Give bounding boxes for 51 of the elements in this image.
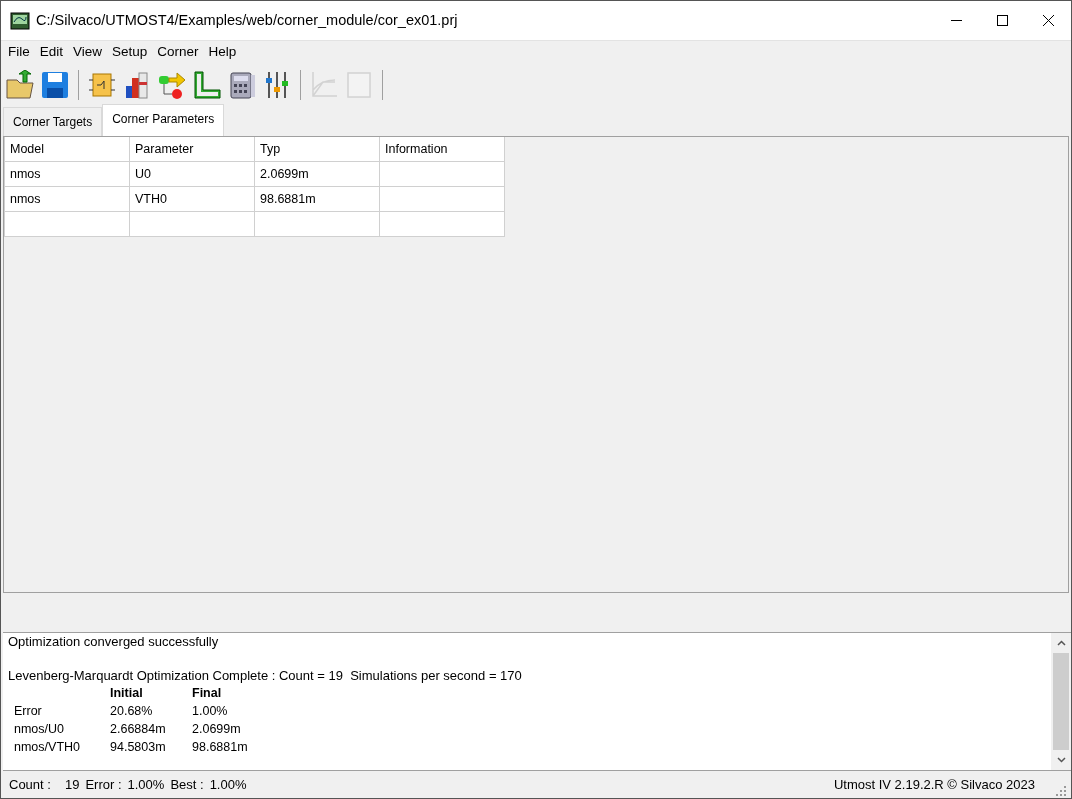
version-label: Utmost IV 2.19.2.R © Silvaco 2023 bbox=[833, 775, 1035, 794]
menu-item[interactable]: Edit bbox=[34, 42, 69, 63]
menu-item[interactable]: View bbox=[68, 42, 108, 63]
summary-cell: nmos/VTH0 bbox=[14, 739, 80, 754]
menu-item[interactable]: Corner bbox=[152, 42, 204, 63]
summary-cell: 98.6881m bbox=[192, 739, 248, 754]
column-header[interactable]: Typ bbox=[254, 136, 380, 162]
status-value: 19 bbox=[64, 775, 80, 794]
app-icon bbox=[10, 11, 30, 30]
scroll-up-icon[interactable] bbox=[1056, 640, 1066, 647]
table-cell: 98.6881m bbox=[260, 191, 316, 206]
summary-header: Final bbox=[192, 685, 222, 700]
ruler-icon[interactable] bbox=[192, 69, 222, 100]
table-cell: nmos bbox=[10, 191, 41, 206]
scrollbar[interactable] bbox=[1051, 633, 1071, 771]
status-label: Error : bbox=[85, 775, 122, 794]
summary-cell: 94.5803m bbox=[110, 739, 166, 754]
tab[interactable]: Corner Targets bbox=[3, 106, 103, 136]
window-title: C:/Silvaco/UTMOST4/Examples/web/corner_module/cor_ex01.prj bbox=[36, 10, 459, 30]
summary-cell: Error bbox=[14, 703, 42, 718]
table-cell: U0 bbox=[135, 166, 151, 181]
column-header[interactable]: Model bbox=[4, 136, 130, 162]
status-label: Best : bbox=[170, 775, 204, 794]
save-icon[interactable] bbox=[40, 69, 70, 100]
menu-item[interactable]: File bbox=[3, 42, 35, 63]
table-cell: 2.0699m bbox=[260, 166, 309, 181]
folder-icon[interactable] bbox=[5, 69, 35, 100]
menu-item[interactable]: Setup bbox=[107, 42, 153, 63]
summary-cell: 2.0699m bbox=[192, 721, 241, 736]
calculator-icon[interactable] bbox=[227, 69, 257, 100]
summary-header: Initial bbox=[110, 685, 143, 700]
status-label: Count : bbox=[9, 775, 51, 794]
resize-grip-icon[interactable] bbox=[1055, 784, 1067, 797]
column-header[interactable]: Information bbox=[379, 136, 505, 162]
status-value: 1.00% bbox=[127, 775, 165, 794]
close-icon[interactable] bbox=[1042, 15, 1054, 26]
flowchart-icon[interactable] bbox=[157, 69, 187, 100]
log-line: Optimization converged successfully bbox=[8, 634, 219, 650]
summary-cell: 20.68% bbox=[110, 703, 153, 718]
maximize-icon[interactable] bbox=[996, 15, 1008, 26]
summary-cell: 1.00% bbox=[192, 703, 228, 718]
tab[interactable]: Corner Parameters bbox=[102, 103, 225, 136]
log-line: Levenberg-Marquardt Optimization Complete : Count = 19 Simulations per second = 170 bbox=[8, 668, 522, 684]
summary-cell: 2.66884m bbox=[110, 721, 166, 736]
summary-cell: nmos/U0 bbox=[14, 721, 65, 736]
table-cell: nmos bbox=[10, 166, 41, 181]
menu-item[interactable]: Help bbox=[203, 42, 242, 63]
column-header[interactable]: Parameter bbox=[129, 136, 255, 162]
table-cell: VTH0 bbox=[135, 191, 167, 206]
scroll-down-icon[interactable] bbox=[1056, 757, 1066, 764]
status-value: 1.00% bbox=[209, 775, 247, 794]
